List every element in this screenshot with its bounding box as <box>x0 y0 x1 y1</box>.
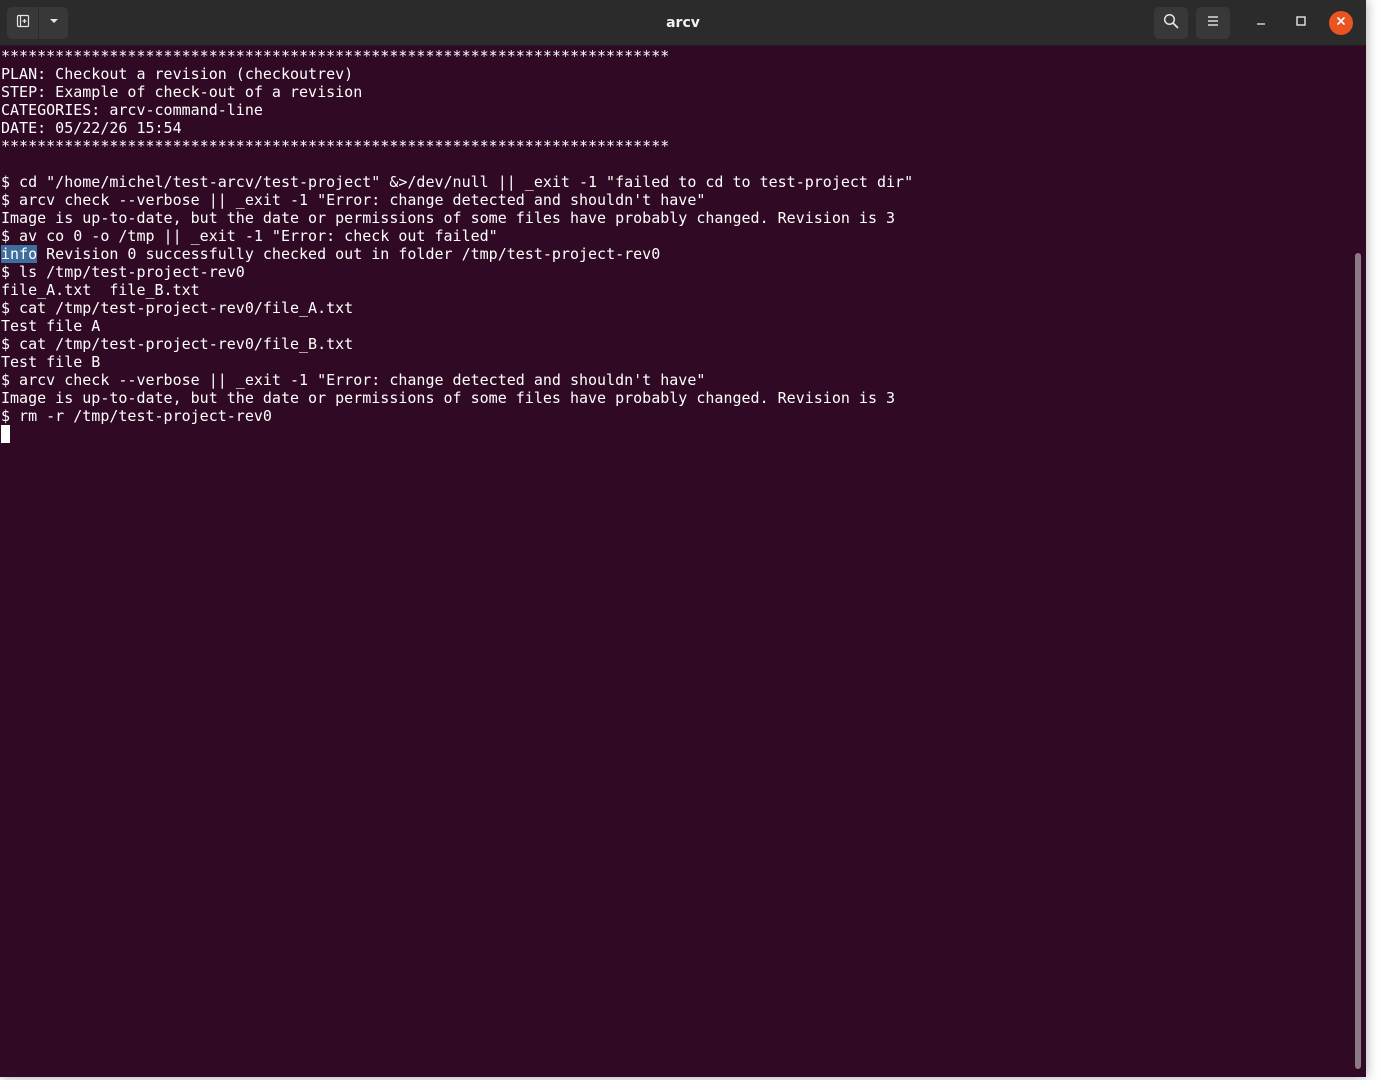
maximize-button[interactable] <box>1289 11 1313 35</box>
terminal-line: $ cat /tmp/test-project-rev0/file_A.txt <box>1 299 354 317</box>
terminal-line: $ ls /tmp/test-project-rev0 <box>1 263 245 281</box>
search-icon <box>1163 13 1179 34</box>
close-button[interactable] <box>1329 11 1353 35</box>
terminal-window: arcv ***********************************… <box>0 0 1366 1077</box>
terminal-line: $ cd "/home/michel/test-arcv/test-projec… <box>1 173 914 191</box>
maximize-icon <box>1295 14 1307 32</box>
scrollbar[interactable] <box>1350 47 1366 1077</box>
terminal-line: ****************************************… <box>1 47 670 65</box>
terminal-line: $ rm -r /tmp/test-project-rev0 <box>1 407 272 425</box>
terminal-line: ****************************************… <box>1 137 670 155</box>
tab-dropdown-button[interactable] <box>38 7 68 39</box>
header-bar: arcv <box>0 0 1366 46</box>
terminal-output[interactable]: ****************************************… <box>0 47 1350 1077</box>
new-tab-icon <box>15 13 31 34</box>
terminal-line: $ arcv check --verbose || _exit -1 "Erro… <box>1 371 706 389</box>
terminal-line: $ av co 0 -o /tmp || _exit -1 "Error: ch… <box>1 227 498 245</box>
terminal-line: DATE: 05/22/26 15:54 <box>1 119 182 137</box>
terminal-line: Image is up-to-date, but the date or per… <box>1 209 896 227</box>
close-icon <box>1335 14 1347 32</box>
terminal-line: Test file B <box>1 353 101 371</box>
terminal-line: PLAN: Checkout a revision (checkoutrev) <box>1 65 354 83</box>
menu-button[interactable] <box>1196 7 1230 39</box>
minimize-icon <box>1255 14 1267 32</box>
prompt-line[interactable] <box>0 425 1350 443</box>
search-button[interactable] <box>1154 7 1188 39</box>
chevron-down-icon <box>48 14 60 32</box>
new-tab-button[interactable] <box>7 7 38 39</box>
terminal-line: file_A.txt file_B.txt <box>1 281 200 299</box>
terminal-line: $ cat /tmp/test-project-rev0/file_B.txt <box>1 335 354 353</box>
terminal-line: STEP: Example of check-out of a revision <box>1 83 363 101</box>
minimize-button[interactable] <box>1249 11 1273 35</box>
info-message: Revision 0 successfully checked out in f… <box>37 245 661 263</box>
terminal-info-line: info Revision 0 successfully checked out… <box>0 245 1350 263</box>
scrollbar-thumb[interactable] <box>1355 253 1361 1069</box>
selected-text: info <box>1 245 38 263</box>
hamburger-menu-icon <box>1205 13 1221 34</box>
terminal-line: CATEGORIES: arcv-command-line <box>1 101 263 119</box>
terminal-line: Image is up-to-date, but the date or per… <box>1 389 896 407</box>
text-cursor <box>1 425 10 443</box>
terminal-line: Test file A <box>1 317 101 335</box>
terminal-line: $ arcv check --verbose || _exit -1 "Erro… <box>1 191 706 209</box>
new-tab-button-group <box>7 7 68 39</box>
